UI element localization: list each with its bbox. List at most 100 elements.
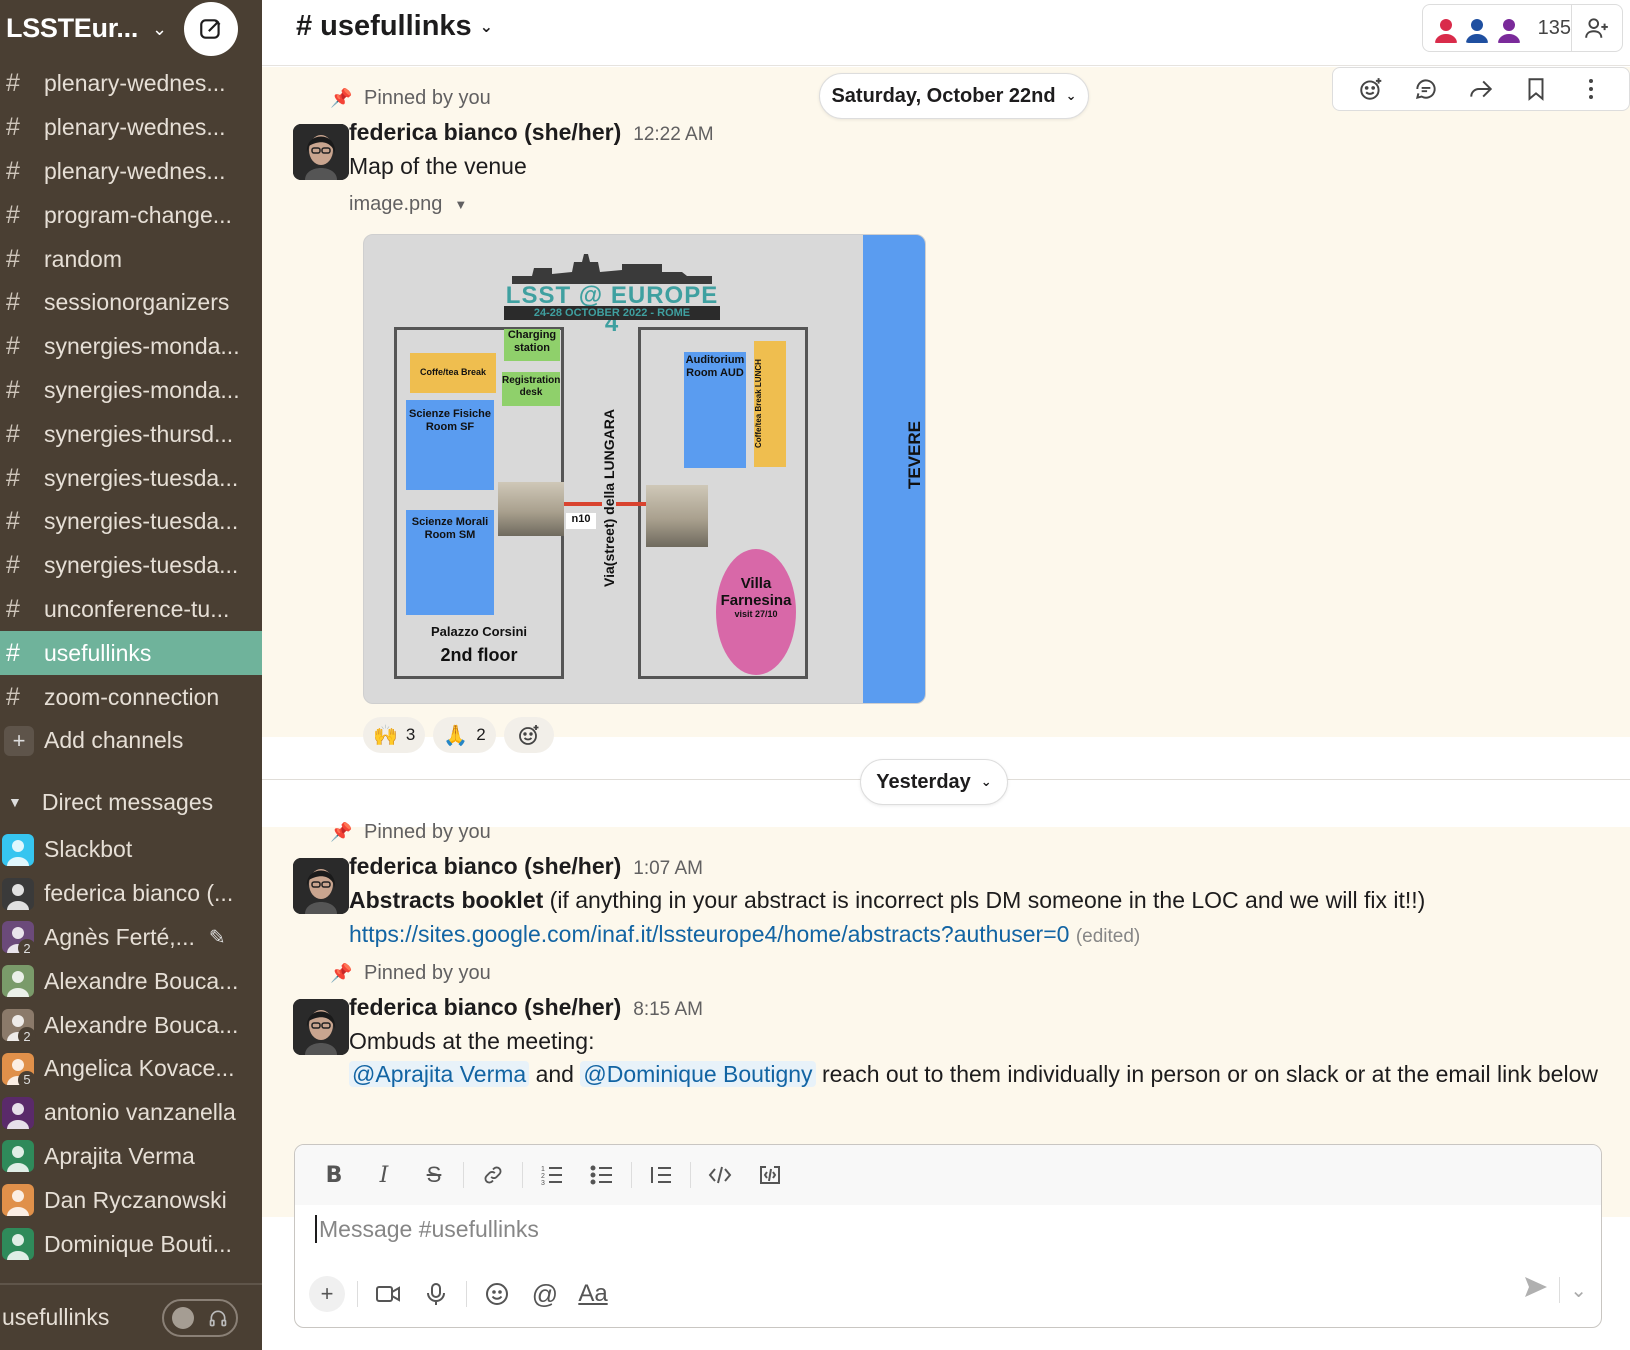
dm-list: Slackbot federica bianco (... 2 Agnès Ferté… [0,828,262,1266]
sidebar-dm-item[interactable]: Alexandre Bouca... [0,959,262,1003]
video-clip-icon[interactable] [364,1274,412,1314]
toolbar-separator [690,1162,691,1188]
sidebar-dm-item[interactable]: Dominique Bouti... [0,1222,262,1266]
venue-map-image[interactable]: TEVERE LSST @ EUROPE 4 24-28 OCTOBER 202… [363,234,926,704]
pinned-label: Pinned by you [364,962,491,984]
sidebar-dm-item[interactable]: Dan Ryczanowski [0,1178,262,1222]
sidebar-channel-item[interactable]: # plenary-wednes... [0,62,262,106]
add-reaction-button[interactable] [503,717,554,753]
microphone-icon[interactable] [412,1274,460,1314]
code-block-icon[interactable] [745,1155,795,1195]
sidebar-dm-item[interactable]: 2 Agnès Ferté,... ✎ [0,916,262,960]
reaction-pill[interactable]: 🙌 3 [363,717,426,753]
chevron-down-icon[interactable]: ⌄ [152,19,167,40]
file-name[interactable]: image.png [349,193,442,216]
add-reaction-icon[interactable] [1355,73,1387,105]
mention-dominique[interactable]: @Dominique Boutigny [580,1061,816,1087]
sidebar-dm-item[interactable]: Aprajita Verma [0,1135,262,1179]
chevron-down-icon[interactable]: ⌄ [480,17,493,37]
bold-icon[interactable]: B [309,1155,359,1195]
caret-down-icon[interactable]: ▼ [454,197,467,212]
send-options-icon[interactable]: ⌄ [1570,1278,1587,1303]
text-format-icon[interactable]: Aa [569,1274,617,1314]
toolbar-separator [522,1162,523,1188]
sidebar-channel-item[interactable]: # synergies-monda... [0,369,262,413]
message-input[interactable]: Message #usefullinks [315,1215,539,1243]
add-channels-button[interactable]: + Add channels [0,719,262,763]
sidebar-channel-item[interactable]: # synergies-tuesda... [0,544,262,588]
link-icon[interactable] [468,1155,518,1195]
timestamp[interactable]: 8:15 AM [633,999,703,1021]
sender-name[interactable]: federica bianco (she/her) [349,994,621,1021]
timestamp[interactable]: 1:07 AM [633,858,703,880]
workspace-name[interactable]: LSSTEur... [6,13,138,44]
reaction-pill[interactable]: 🙏 2 [433,717,496,753]
chevron-down-icon: ⌄ [980,774,992,789]
floor-label: 2nd floor [440,645,518,665]
mention-icon[interactable]: @ [521,1274,569,1314]
file-name-toggle[interactable]: image.png ▼ [349,193,467,216]
sidebar-channel-item[interactable]: # synergies-monda... [0,325,262,369]
bulleted-list-icon[interactable] [577,1155,627,1195]
sidebar-channel-item[interactable]: # synergies-tuesda... [0,456,262,500]
text: reach out to them individually in person… [821,1061,1598,1087]
sidebar-dm-item[interactable]: 2 Alexandre Bouca... [0,1003,262,1047]
more-actions-icon[interactable] [1575,73,1607,105]
hash-icon: # [6,375,20,404]
message-actions-toolbar [1332,67,1630,111]
attach-plus-icon[interactable]: + [309,1276,345,1312]
ordered-list-icon[interactable]: 123 [527,1155,577,1195]
hash-icon: # [6,288,20,317]
sidebar-channel-item[interactable]: # zoom-connection [0,675,262,719]
sidebar-channel-item[interactable]: # usefullinks [0,631,262,676]
direct-messages-header[interactable]: ▼ Direct messages [0,780,213,824]
sidebar-channel-item[interactable]: # random [0,237,262,281]
blockquote-icon[interactable] [636,1155,686,1195]
bookmark-icon[interactable] [1520,73,1552,105]
sidebar-dm-item[interactable]: antonio vanzanella [0,1091,262,1135]
caret-down-icon[interactable]: ▼ [8,794,22,810]
share-icon[interactable] [1465,73,1497,105]
sidebar-channel-item[interactable]: # plenary-wednes... [0,106,262,150]
sidebar-dm-item[interactable]: 5 Angelica Kovace... [0,1047,262,1091]
sidebar-channel-item[interactable]: # program-change... [0,193,262,237]
sidebar-dm-item[interactable]: Slackbot [0,828,262,872]
sidebar-channel-item[interactable]: # unconference-tu... [0,588,262,632]
add-channels-label: Add channels [44,727,184,754]
code-icon[interactable] [695,1155,745,1195]
reply-thread-icon[interactable] [1410,73,1442,105]
avatar[interactable] [293,999,349,1055]
pin-icon: 📌 [330,88,353,108]
channel-title[interactable]: # usefullinks ⌄ [296,10,493,43]
sidebar-channel-item[interactable]: # sessionorganizers [0,281,262,325]
huddle-toggle[interactable] [162,1299,238,1337]
member-count-badge: 5 [18,1070,36,1089]
avatar: 2 [2,921,36,958]
date-divider-button[interactable]: Yesterday ⌄ [860,759,1008,805]
date-divider-button[interactable]: Saturday, October 22nd ⌄ [819,73,1089,119]
avatar[interactable] [293,124,349,180]
compose-button[interactable] [184,2,238,56]
sender-name[interactable]: federica bianco (she/her) [349,853,621,880]
abstracts-link[interactable]: https://sites.google.com/inaf.it/lssteur… [349,921,1069,947]
reaction-count: 2 [476,725,486,744]
strikethrough-icon[interactable]: S [409,1155,459,1195]
add-people-button[interactable] [1571,4,1623,52]
emoji-icon[interactable] [473,1274,521,1314]
toolbar-separator [1559,1277,1561,1303]
timestamp[interactable]: 12:22 AM [633,124,713,146]
send-icon[interactable] [1523,1275,1549,1305]
dm-label: Slackbot [44,836,133,863]
sidebar-channel-item[interactable]: # synergies-thursd... [0,412,262,456]
message-list: 📌 Pinned by you Saturday, October 22nd ⌄… [262,67,1630,1217]
sender-name[interactable]: federica bianco (she/her) [349,119,621,146]
sidebar-channel-item[interactable]: # synergies-tuesda... [0,500,262,544]
mention-aprajita[interactable]: @Aprajita Verma [349,1061,530,1087]
river-band: TEVERE [863,235,925,703]
sidebar-dm-item[interactable]: federica bianco (... [0,872,262,916]
members-button[interactable]: 135 [1422,4,1572,52]
sidebar-channel-item[interactable]: # plenary-wednes... [0,150,262,194]
channel-name[interactable]: # usefullinks [296,10,472,43]
avatar[interactable] [293,858,349,914]
italic-icon[interactable]: I [359,1155,409,1195]
